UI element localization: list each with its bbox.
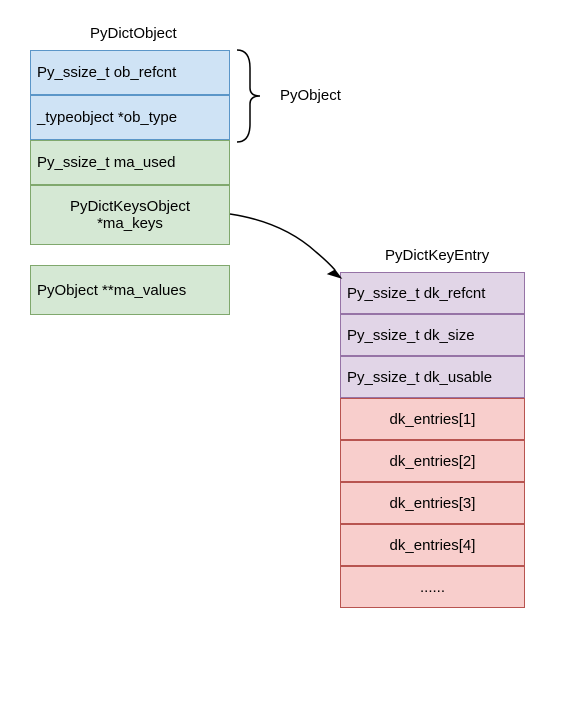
field-label: Py_ssize_t dk_usable bbox=[347, 369, 492, 386]
field-dk-entries-4: dk_entries[4] bbox=[340, 524, 525, 566]
brace-label: PyObject bbox=[280, 87, 341, 104]
field-label: ...... bbox=[420, 579, 445, 596]
field-dk-size: Py_ssize_t dk_size bbox=[340, 314, 525, 356]
field-ma-keys: PyDictKeysObject *ma_keys bbox=[30, 185, 230, 245]
field-dk-entries-more: ...... bbox=[340, 566, 525, 608]
field-label: dk_entries[1] bbox=[390, 411, 476, 428]
field-label: Py_ssize_t dk_refcnt bbox=[347, 285, 485, 302]
field-label: dk_entries[3] bbox=[390, 495, 476, 512]
field-dk-refcnt: Py_ssize_t dk_refcnt bbox=[340, 272, 525, 314]
field-ob-refcnt: Py_ssize_t ob_refcnt bbox=[30, 50, 230, 95]
field-dk-usable: Py_ssize_t dk_usable bbox=[340, 356, 525, 398]
arrow-icon bbox=[228, 212, 348, 282]
brace-icon bbox=[232, 48, 272, 144]
field-label: dk_entries[4] bbox=[390, 537, 476, 554]
left-struct-title: PyDictObject bbox=[90, 25, 177, 42]
field-label: Py_ssize_t ma_used bbox=[37, 154, 175, 171]
field-label: Py_ssize_t dk_size bbox=[347, 327, 475, 344]
field-dk-entries-1: dk_entries[1] bbox=[340, 398, 525, 440]
field-ob-type: _typeobject *ob_type bbox=[30, 95, 230, 140]
field-label: _typeobject *ob_type bbox=[37, 109, 177, 126]
field-dk-entries-3: dk_entries[3] bbox=[340, 482, 525, 524]
right-struct-title: PyDictKeyEntry bbox=[385, 247, 489, 264]
field-ma-used: Py_ssize_t ma_used bbox=[30, 140, 230, 185]
field-dk-entries-2: dk_entries[2] bbox=[340, 440, 525, 482]
field-label: Py_ssize_t ob_refcnt bbox=[37, 64, 176, 81]
field-label: dk_entries[2] bbox=[390, 453, 476, 470]
field-label: PyDictKeysObject *ma_keys bbox=[37, 198, 223, 232]
field-label: PyObject **ma_values bbox=[37, 282, 186, 299]
field-ma-values: PyObject **ma_values bbox=[30, 265, 230, 315]
